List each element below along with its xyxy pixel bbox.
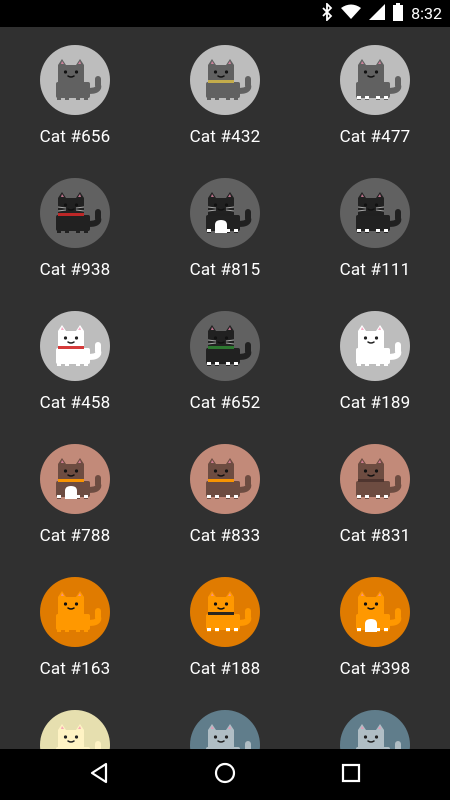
cat-name: Cat #938 xyxy=(39,260,111,280)
cat-name: Cat #833 xyxy=(189,526,261,546)
cat-avatar xyxy=(340,311,410,381)
cat-list-item[interactable]: Cat #189 xyxy=(300,293,450,426)
recents-icon xyxy=(341,763,361,787)
cat-name: Cat #432 xyxy=(189,127,261,147)
cat-name: Cat #458 xyxy=(39,393,111,413)
cat-name: Cat #656 xyxy=(39,127,111,147)
cat-list-item[interactable]: Cat #188 xyxy=(150,559,300,692)
cat-name: Cat #163 xyxy=(39,659,111,679)
cat-name: Cat #111 xyxy=(339,260,411,280)
cat-list-item[interactable]: Cat #833 xyxy=(150,426,300,559)
recents-button[interactable] xyxy=(337,761,365,789)
cat-list-item[interactable]: Cat #111 xyxy=(300,160,450,293)
cat-list-item[interactable]: Cat #652 xyxy=(150,293,300,426)
cat-avatar xyxy=(340,45,410,115)
cat-list-item[interactable] xyxy=(150,692,300,749)
cat-avatar xyxy=(190,311,260,381)
cat-avatar xyxy=(190,178,260,248)
wifi-icon xyxy=(341,4,362,24)
cat-avatar xyxy=(40,311,110,381)
cat-name: Cat #477 xyxy=(339,127,411,147)
cat-avatar xyxy=(40,444,110,514)
cat-avatar xyxy=(190,710,260,749)
cat-list[interactable]: Cat #656 Cat #432 Cat #477 Cat #938 Cat … xyxy=(0,27,450,749)
cat-name: Cat #788 xyxy=(39,526,111,546)
cat-avatar xyxy=(40,178,110,248)
cat-avatar xyxy=(340,444,410,514)
cat-list-item[interactable]: Cat #477 xyxy=(300,27,450,160)
cat-avatar xyxy=(190,45,260,115)
status-time: 8:32 xyxy=(411,4,442,23)
cat-list-item[interactable]: Cat #788 xyxy=(0,426,150,559)
battery-icon xyxy=(393,2,404,25)
cat-name: Cat #398 xyxy=(339,659,411,679)
cat-list-item[interactable]: Cat #398 xyxy=(300,559,450,692)
cat-avatar xyxy=(40,710,110,749)
cat-list-item[interactable]: Cat #163 xyxy=(0,559,150,692)
back-button[interactable] xyxy=(85,761,113,789)
home-button[interactable] xyxy=(211,761,239,789)
cat-avatar xyxy=(190,577,260,647)
cat-list-item[interactable] xyxy=(0,692,150,749)
cat-list-item[interactable] xyxy=(300,692,450,749)
cat-avatar xyxy=(340,710,410,749)
cat-list-item[interactable]: Cat #815 xyxy=(150,160,300,293)
home-icon xyxy=(213,761,237,789)
cat-name: Cat #831 xyxy=(339,526,411,546)
cat-name: Cat #815 xyxy=(189,260,261,280)
cat-list-item[interactable]: Cat #656 xyxy=(0,27,150,160)
back-icon xyxy=(88,762,110,788)
cat-list-item[interactable]: Cat #458 xyxy=(0,293,150,426)
cat-name: Cat #652 xyxy=(189,393,261,413)
cat-list-item[interactable]: Cat #938 xyxy=(0,160,150,293)
cat-name: Cat #188 xyxy=(189,659,261,679)
cat-avatar xyxy=(340,178,410,248)
status-icons: 8:32 xyxy=(321,0,442,27)
cat-avatar xyxy=(40,577,110,647)
status-bar: 8:32 xyxy=(0,0,450,27)
bluetooth-icon xyxy=(321,1,333,25)
cat-avatar xyxy=(190,444,260,514)
cat-list-item[interactable]: Cat #831 xyxy=(300,426,450,559)
signal-icon xyxy=(369,3,386,24)
cat-list-item[interactable]: Cat #432 xyxy=(150,27,300,160)
cat-name: Cat #189 xyxy=(339,393,411,413)
cat-avatar xyxy=(340,577,410,647)
cat-avatar xyxy=(40,45,110,115)
navigation-bar xyxy=(0,749,450,800)
